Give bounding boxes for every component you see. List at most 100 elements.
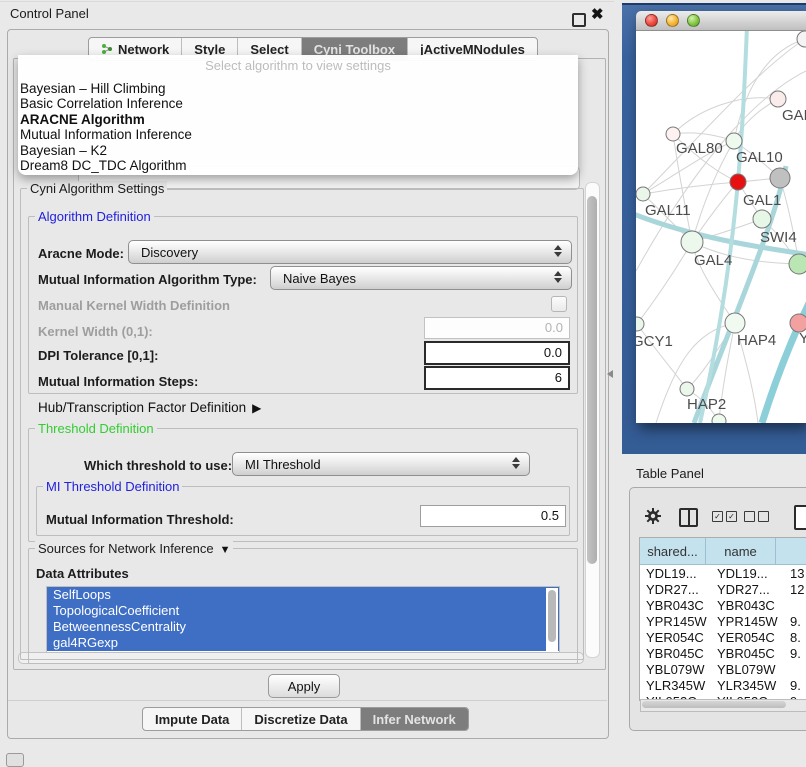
- network-window[interactable]: GAL2GAL80GAL10GAL11GAL1SWI4GAL4GCY1HAP4Y…: [636, 11, 806, 423]
- deselect-all-columns-icon[interactable]: [744, 511, 769, 522]
- tab-discretize-data[interactable]: Discretize Data: [242, 708, 360, 730]
- table-header-row: shared... name: [640, 538, 806, 565]
- node-label: GCY1: [636, 333, 673, 350]
- table-cell: YLR345W: [711, 678, 786, 694]
- hub-definition-expander[interactable]: Hub/Transcription Factor Definition: [38, 400, 261, 415]
- which-threshold-select[interactable]: MI Threshold: [232, 452, 530, 476]
- network-node[interactable]: [712, 414, 726, 423]
- sources-group-title[interactable]: Sources for Network Inference: [35, 541, 233, 556]
- table-cell: 12: [786, 582, 806, 598]
- table-cell: YLR345W: [640, 678, 711, 694]
- minimize-window-icon[interactable]: [666, 14, 679, 27]
- algorithm-option[interactable]: Bayesian – K2: [20, 143, 576, 158]
- data-attribute-item[interactable]: SelfLoops: [47, 587, 559, 603]
- minimized-panel-icon[interactable]: [6, 753, 24, 767]
- table-hscrollbar-thumb[interactable]: [642, 701, 786, 708]
- table-row[interactable]: YBR045CYBR045C9.: [640, 646, 806, 662]
- data-attribute-item[interactable]: TopologicalCoefficient: [47, 603, 559, 619]
- select-all-columns-icon[interactable]: ✓✓: [712, 511, 737, 522]
- table-cell: 9.: [786, 678, 806, 694]
- float-panel-icon[interactable]: [572, 13, 586, 27]
- table-row[interactable]: YBL079WYBL079W: [640, 662, 806, 678]
- popup-placeholder: Select algorithm to view settings: [18, 58, 578, 73]
- network-node[interactable]: [636, 317, 644, 331]
- close-window-icon[interactable]: [645, 14, 658, 27]
- node-label: GAL2: [782, 107, 806, 124]
- manual-kernel-checkbox[interactable]: [551, 296, 567, 312]
- attr-list-scrollbar[interactable]: [546, 588, 558, 651]
- network-canvas[interactable]: GAL2GAL80GAL10GAL11GAL1SWI4GAL4GCY1HAP4Y…: [636, 31, 806, 423]
- close-panel-icon[interactable]: ✖: [591, 5, 604, 23]
- threshold-definition-title: Threshold Definition: [35, 421, 157, 436]
- mi-type-select[interactable]: Naive Bayes: [270, 266, 572, 290]
- kernel-width-field[interactable]: 0.0: [424, 317, 570, 339]
- network-node[interactable]: [680, 382, 694, 396]
- apply-button[interactable]: Apply: [268, 674, 340, 698]
- table-row[interactable]: YPR145WYPR145W9.: [640, 614, 806, 630]
- table-cell: YER054C: [711, 630, 786, 646]
- table-cell: YBL079W: [711, 662, 786, 678]
- attr-list-scrollbar-thumb[interactable]: [548, 590, 556, 642]
- mi-threshold-field[interactable]: 0.5: [420, 505, 566, 527]
- network-node[interactable]: [725, 313, 745, 333]
- network-node[interactable]: [753, 210, 771, 228]
- table-cell: YDR27...: [640, 582, 711, 598]
- network-node[interactable]: [789, 254, 806, 274]
- data-attribute-item[interactable]: gal4RGexp: [47, 635, 559, 651]
- data-attributes-list[interactable]: SelfLoopsTopologicalCoefficientBetweenne…: [46, 586, 560, 653]
- network-node[interactable]: [797, 31, 806, 47]
- bottom-separator: [8, 700, 607, 701]
- column-header-shared-name[interactable]: shared...: [640, 538, 706, 565]
- table-cell: 8.: [786, 630, 806, 646]
- algorithm-option[interactable]: Basic Correlation Inference: [20, 96, 576, 111]
- algorithm-option[interactable]: Bayesian – Hill Climbing: [20, 81, 576, 96]
- table-cell: 9.: [786, 646, 806, 662]
- table-cell: [786, 662, 806, 678]
- column-header-third[interactable]: [776, 538, 806, 565]
- network-node[interactable]: [726, 133, 742, 149]
- table-settings-gear-icon[interactable]: [644, 507, 662, 530]
- data-attribute-item[interactable]: BetweennessCentrality: [47, 619, 559, 635]
- table-cell: YBR043C: [711, 598, 786, 614]
- column-header-name[interactable]: name: [706, 538, 776, 565]
- tab-infer-network[interactable]: Infer Network: [361, 708, 468, 730]
- table-row[interactable]: YLR345WYLR345W9.: [640, 678, 806, 694]
- network-node[interactable]: [730, 174, 746, 190]
- mi-steps-field[interactable]: 6: [424, 366, 570, 390]
- combo-arrows-icon: [554, 271, 562, 283]
- algorithm-option[interactable]: ARACNE Algorithm: [20, 112, 576, 127]
- table-cell: YBL079W: [640, 662, 711, 678]
- node-label: SWI4: [760, 229, 797, 246]
- bottom-tabbar: Impute Data Discretize Data Infer Networ…: [142, 707, 469, 731]
- algorithm-select-popup: Select algorithm to view settings Bayesi…: [18, 55, 578, 175]
- table-row[interactable]: YER054CYER054C8.: [640, 630, 806, 646]
- table-cell: 13: [786, 566, 806, 582]
- zoom-window-icon[interactable]: [687, 14, 700, 27]
- algorithm-option[interactable]: Mutual Information Inference: [20, 127, 576, 142]
- algorithm-option[interactable]: Dream8 DC_TDC Algorithm: [20, 158, 576, 173]
- network-tab-icon: [101, 43, 113, 55]
- settings-scrollbar-thumb[interactable]: [587, 196, 597, 564]
- network-node[interactable]: [681, 231, 703, 253]
- network-node[interactable]: [666, 127, 680, 141]
- dpi-tolerance-field[interactable]: 0.0: [424, 341, 570, 365]
- tab-impute-data[interactable]: Impute Data: [143, 708, 242, 730]
- node-label: GAL80: [676, 140, 723, 157]
- table-row[interactable]: YBR043CYBR043C: [640, 598, 806, 614]
- node-label: GAL10: [736, 149, 783, 166]
- table-panel-title: Table Panel: [636, 466, 704, 481]
- table-row[interactable]: YDR27...YDR27...12: [640, 582, 806, 598]
- network-node[interactable]: [770, 91, 786, 107]
- aracne-mode-select[interactable]: Discovery: [128, 240, 572, 264]
- table-cell: YDL19...: [640, 566, 711, 582]
- network-window-titlebar[interactable]: [636, 11, 806, 31]
- aracne-mode-label: Aracne Mode:: [38, 246, 124, 261]
- network-node[interactable]: [770, 168, 790, 188]
- split-pane-collapse-icon[interactable]: [607, 370, 613, 378]
- show-column-panel-icon[interactable]: [679, 508, 698, 527]
- new-table-icon[interactable]: [794, 505, 806, 530]
- network-node[interactable]: [636, 187, 650, 201]
- table-row[interactable]: YDL19...YDL19...13: [640, 566, 806, 582]
- node-label: GAL11: [645, 202, 691, 219]
- combo-arrows-icon: [512, 457, 520, 469]
